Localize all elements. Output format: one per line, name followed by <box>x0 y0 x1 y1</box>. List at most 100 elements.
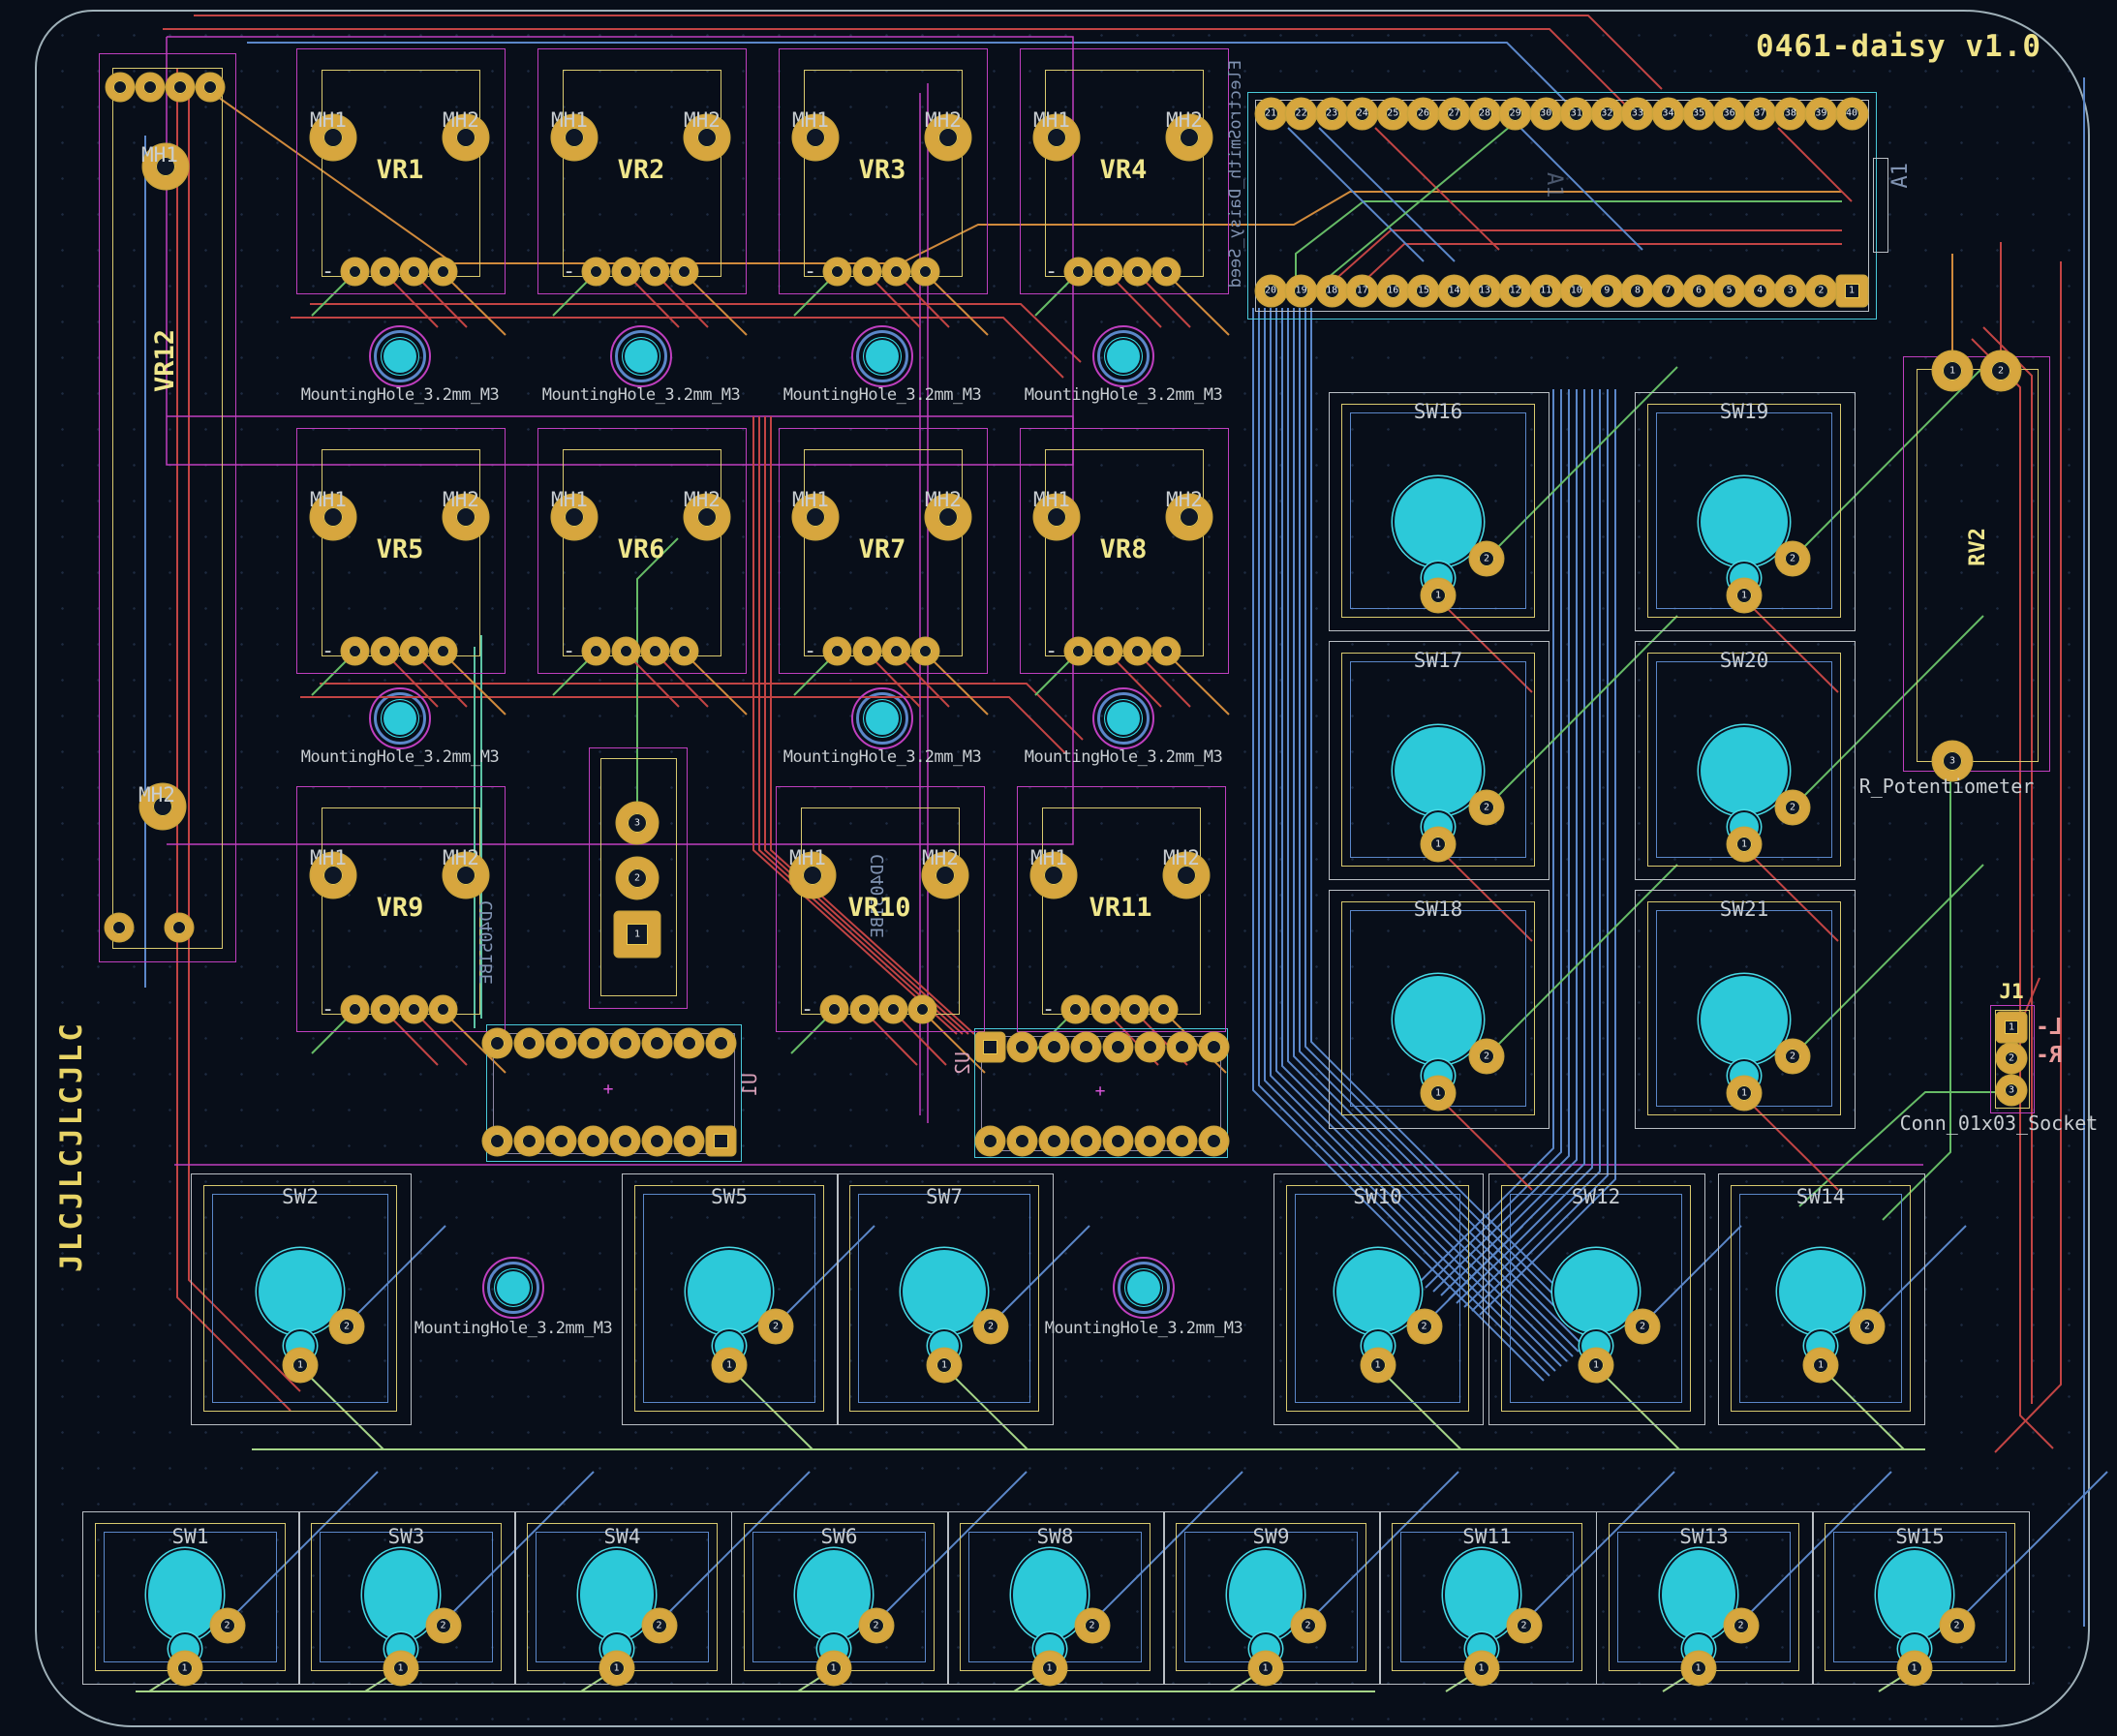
pad[interactable] <box>401 996 427 1022</box>
pad[interactable] <box>1072 1033 1100 1061</box>
pad[interactable] <box>854 638 880 664</box>
pad[interactable] <box>613 259 639 285</box>
pad[interactable] <box>671 638 697 664</box>
pad[interactable] <box>854 259 880 285</box>
switch-plunger[interactable] <box>1336 1250 1420 1333</box>
pad[interactable] <box>483 1127 511 1155</box>
pad[interactable] <box>675 1127 703 1155</box>
pad[interactable] <box>643 1029 671 1057</box>
switch-plunger[interactable] <box>1779 1250 1862 1333</box>
pad[interactable] <box>675 1029 703 1057</box>
pad[interactable] <box>167 74 194 101</box>
pad[interactable] <box>1095 638 1121 664</box>
switch-plunger[interactable] <box>688 1250 771 1333</box>
pad[interactable] <box>342 638 368 664</box>
mounting-hole[interactable] <box>369 325 431 387</box>
pad[interactable] <box>821 996 847 1022</box>
pad[interactable] <box>642 259 668 285</box>
pad[interactable] <box>1065 259 1091 285</box>
pad[interactable] <box>583 259 609 285</box>
pad[interactable] <box>106 914 133 941</box>
pad[interactable] <box>1065 638 1091 664</box>
pad[interactable] <box>671 259 697 285</box>
pad[interactable] <box>976 1033 1004 1061</box>
pad[interactable] <box>342 259 368 285</box>
pad[interactable] <box>372 638 398 664</box>
pad[interactable] <box>1008 1127 1036 1155</box>
pad[interactable] <box>1104 1127 1132 1155</box>
mounting-hole[interactable] <box>1113 1257 1175 1319</box>
mounting-hole[interactable] <box>482 1257 544 1319</box>
pad[interactable] <box>1124 638 1151 664</box>
pad[interactable] <box>883 259 909 285</box>
mounting-hole[interactable] <box>369 687 431 749</box>
pad[interactable] <box>1104 1033 1132 1061</box>
pad[interactable] <box>372 259 398 285</box>
pad[interactable] <box>613 638 639 664</box>
pad[interactable] <box>1136 1033 1164 1061</box>
pad[interactable] <box>883 638 909 664</box>
switch-plunger[interactable] <box>1701 478 1788 565</box>
pad[interactable] <box>483 1029 511 1057</box>
switch-plunger[interactable] <box>1395 976 1482 1063</box>
pad[interactable] <box>430 996 456 1022</box>
switch-plunger[interactable] <box>1554 1250 1638 1333</box>
switch-plunger[interactable] <box>1395 478 1482 565</box>
pad[interactable] <box>430 638 456 664</box>
pad[interactable] <box>166 914 193 941</box>
switch-plunger[interactable] <box>259 1250 342 1333</box>
pad[interactable] <box>547 1127 575 1155</box>
pad[interactable] <box>579 1029 607 1057</box>
pad[interactable] <box>547 1029 575 1057</box>
pad[interactable] <box>824 259 850 285</box>
mounting-hole[interactable] <box>851 325 913 387</box>
pad[interactable] <box>642 638 668 664</box>
pad[interactable] <box>401 638 427 664</box>
pad[interactable] <box>1153 259 1180 285</box>
pad[interactable] <box>1151 996 1177 1022</box>
pad[interactable] <box>824 638 850 664</box>
pad[interactable] <box>1168 1033 1196 1061</box>
pad[interactable] <box>1062 996 1089 1022</box>
pad[interactable] <box>583 638 609 664</box>
switch-plunger[interactable] <box>1701 727 1788 814</box>
mounting-hole[interactable] <box>1092 687 1154 749</box>
switch-plunger[interactable] <box>1701 976 1788 1063</box>
pad[interactable] <box>401 259 427 285</box>
switch-plunger[interactable] <box>1395 727 1482 814</box>
pad[interactable] <box>611 1029 639 1057</box>
switch-plunger[interactable] <box>903 1250 986 1333</box>
pad[interactable] <box>912 638 938 664</box>
pad[interactable] <box>1200 1127 1228 1155</box>
pad[interactable] <box>1040 1033 1068 1061</box>
pad[interactable] <box>707 1029 735 1057</box>
pad[interactable] <box>1168 1127 1196 1155</box>
pad[interactable] <box>1008 1033 1036 1061</box>
pad[interactable] <box>1136 1127 1164 1155</box>
board-title-text[interactable]: 0461-daisy v1.0 <box>1756 29 2041 64</box>
pad[interactable] <box>197 74 224 101</box>
pad[interactable] <box>579 1127 607 1155</box>
mounting-hole[interactable] <box>610 325 672 387</box>
mounting-hole[interactable] <box>851 687 913 749</box>
pad[interactable] <box>1153 638 1180 664</box>
pad[interactable] <box>342 996 368 1022</box>
pad[interactable] <box>912 259 938 285</box>
pad[interactable] <box>1040 1127 1068 1155</box>
pad[interactable] <box>1072 1127 1100 1155</box>
pad[interactable] <box>643 1127 671 1155</box>
pad[interactable] <box>372 996 398 1022</box>
pad[interactable] <box>107 74 134 101</box>
pad[interactable] <box>515 1127 543 1155</box>
pad[interactable] <box>137 74 164 101</box>
pad[interactable] <box>880 996 906 1022</box>
pad[interactable] <box>1124 259 1151 285</box>
pad[interactable] <box>515 1029 543 1057</box>
pad[interactable] <box>851 996 877 1022</box>
pad[interactable] <box>976 1127 1004 1155</box>
pad[interactable] <box>1095 259 1121 285</box>
pad[interactable] <box>1200 1033 1228 1061</box>
pad[interactable] <box>909 996 936 1022</box>
pad[interactable] <box>707 1127 735 1155</box>
pad[interactable] <box>1092 996 1119 1022</box>
